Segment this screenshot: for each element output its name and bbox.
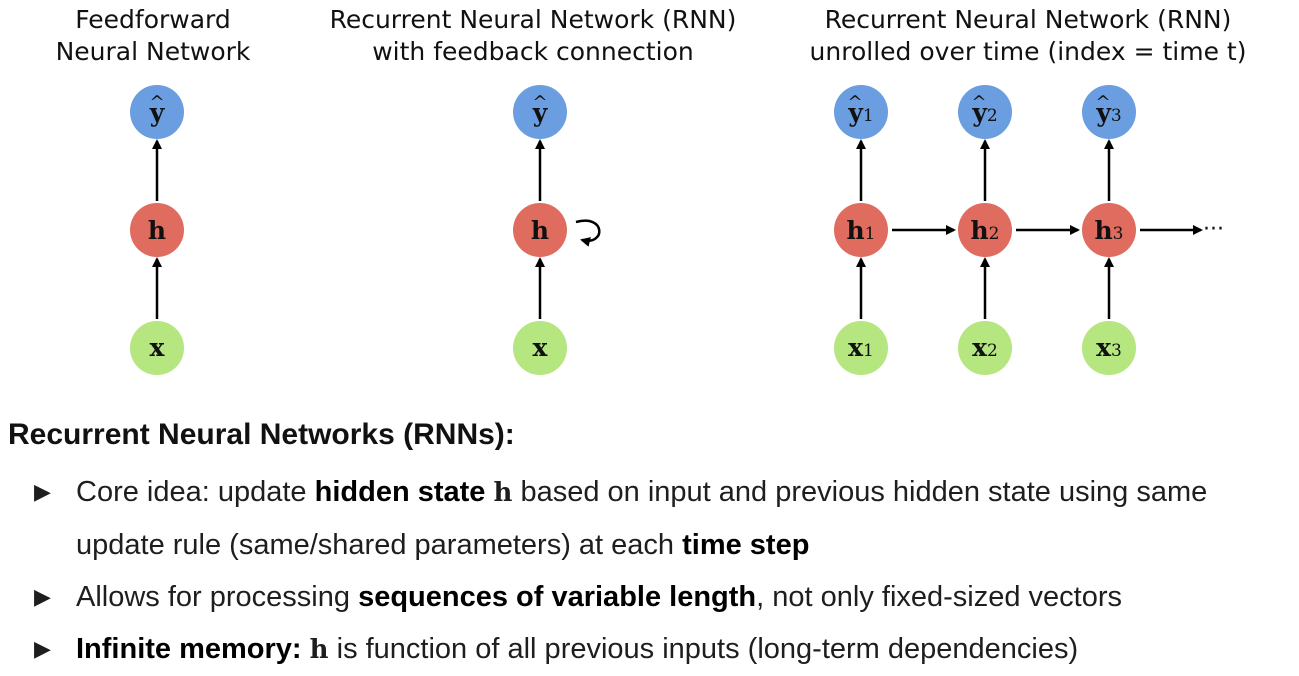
bullet-text: Core idea: update — [76, 476, 315, 508]
node-label-main: y — [971, 98, 988, 127]
node-hidden-label: h — [148, 216, 166, 245]
node-hidden: h — [130, 203, 184, 257]
node-output: ^ y — [130, 85, 184, 139]
panel2-title-line1: Recurrent Neural Network (RNN) — [330, 5, 737, 34]
node-output-3: ^ y3 — [1082, 85, 1136, 139]
node-output: ^ y — [513, 85, 567, 139]
bullet-marker-icon: ▶ — [34, 584, 51, 609]
panel3-title-line2: unrolled over time (index = time t) — [810, 37, 1247, 66]
bullet-text — [302, 633, 310, 665]
node-label-index: 3 — [1113, 224, 1124, 244]
node-hidden-label: h — [531, 216, 549, 245]
panel3-title-line1: Recurrent Neural Network (RNN) — [825, 5, 1232, 34]
node-label-index: 2 — [987, 106, 998, 126]
panel1-title-line1: Feedforward — [75, 5, 231, 34]
node-output-label: y — [532, 98, 549, 127]
node-input-label: x — [533, 333, 549, 362]
node-label-index: 3 — [1111, 341, 1122, 361]
feedback-loop-arrow — [575, 219, 601, 247]
continuation-dots: ··· — [1203, 217, 1224, 242]
node-label-main: y — [1095, 98, 1112, 127]
node-label-main: x — [972, 333, 988, 362]
node-hidden-3: h3 — [1082, 203, 1136, 257]
rnn-unrolled-network: ··· ^ y1 h1 x1 ^ y2 h2 x2 ^ y3 h3 x3 — [834, 85, 1224, 375]
bullet-emphasis: Infinite memory: — [76, 633, 302, 665]
rnn-summary: Recurrent Neural Networks (RNNs): ▶ Core … — [8, 418, 1298, 676]
bullet-text — [485, 476, 493, 508]
node-output-1: ^ y1 — [834, 85, 888, 139]
node-label-main: x — [848, 333, 864, 362]
node-label-main: h — [970, 216, 988, 245]
feedforward-network: ^ y h x — [130, 85, 184, 375]
bullet-emphasis: hidden state — [314, 476, 486, 508]
node-output-label: y — [149, 98, 166, 127]
node-input-1: x1 — [834, 321, 888, 375]
node-input-label: x — [150, 333, 166, 362]
rnn-feedback-network: ^ y h x — [513, 85, 601, 375]
node-input: x — [513, 321, 567, 375]
bullet-item: ▶ Core idea: update hidden state h based … — [34, 466, 1298, 571]
node-label-main: x — [1096, 333, 1112, 362]
node-input: x — [130, 321, 184, 375]
node-label-index: 1 — [863, 341, 874, 361]
node-output-2: ^ y2 — [958, 85, 1012, 139]
bullet-text: Allows for processing — [76, 581, 359, 613]
node-label-index: 1 — [865, 224, 876, 244]
bullet-text: , not only fixed-sized vectors — [756, 581, 1123, 613]
node-hidden-2: h2 — [958, 203, 1012, 257]
bullet-math-symbol: h — [493, 478, 513, 508]
node-input-2: x2 — [958, 321, 1012, 375]
bullet-text: is function of all previous inputs (long… — [328, 633, 1079, 665]
bullet-math-symbol: h — [309, 635, 329, 665]
node-label-index: 3 — [1111, 106, 1122, 126]
bullet-emphasis: sequences of variable length — [358, 581, 757, 613]
node-label-index: 2 — [989, 224, 1000, 244]
bullet-marker-icon: ▶ — [34, 636, 51, 661]
panel2-title-line2: with feedback connection — [372, 37, 694, 66]
rnn-diagram: Feedforward Neural Network Recurrent Neu… — [56, 5, 1247, 375]
node-label-index: 2 — [987, 341, 998, 361]
bullet-emphasis: time step — [682, 529, 810, 561]
bullet-marker-icon: ▶ — [34, 479, 51, 504]
node-label-main: h — [846, 216, 864, 245]
node-label-main: y — [847, 98, 864, 127]
section-heading: Recurrent Neural Networks (RNNs): — [8, 418, 515, 451]
node-input-3: x3 — [1082, 321, 1136, 375]
bullet-item: ▶ Allows for processing sequences of vari… — [34, 571, 1298, 623]
panel1-title-line2: Neural Network — [56, 37, 251, 66]
bullet-list: ▶ Core idea: update hidden state h based … — [8, 466, 1298, 676]
bullet-item: ▶ Infinite memory: h is function of all p… — [34, 623, 1298, 676]
node-hidden: h — [513, 203, 567, 257]
node-label-main: h — [1094, 216, 1112, 245]
node-hidden-1: h1 — [834, 203, 888, 257]
node-label-index: 1 — [863, 106, 874, 126]
